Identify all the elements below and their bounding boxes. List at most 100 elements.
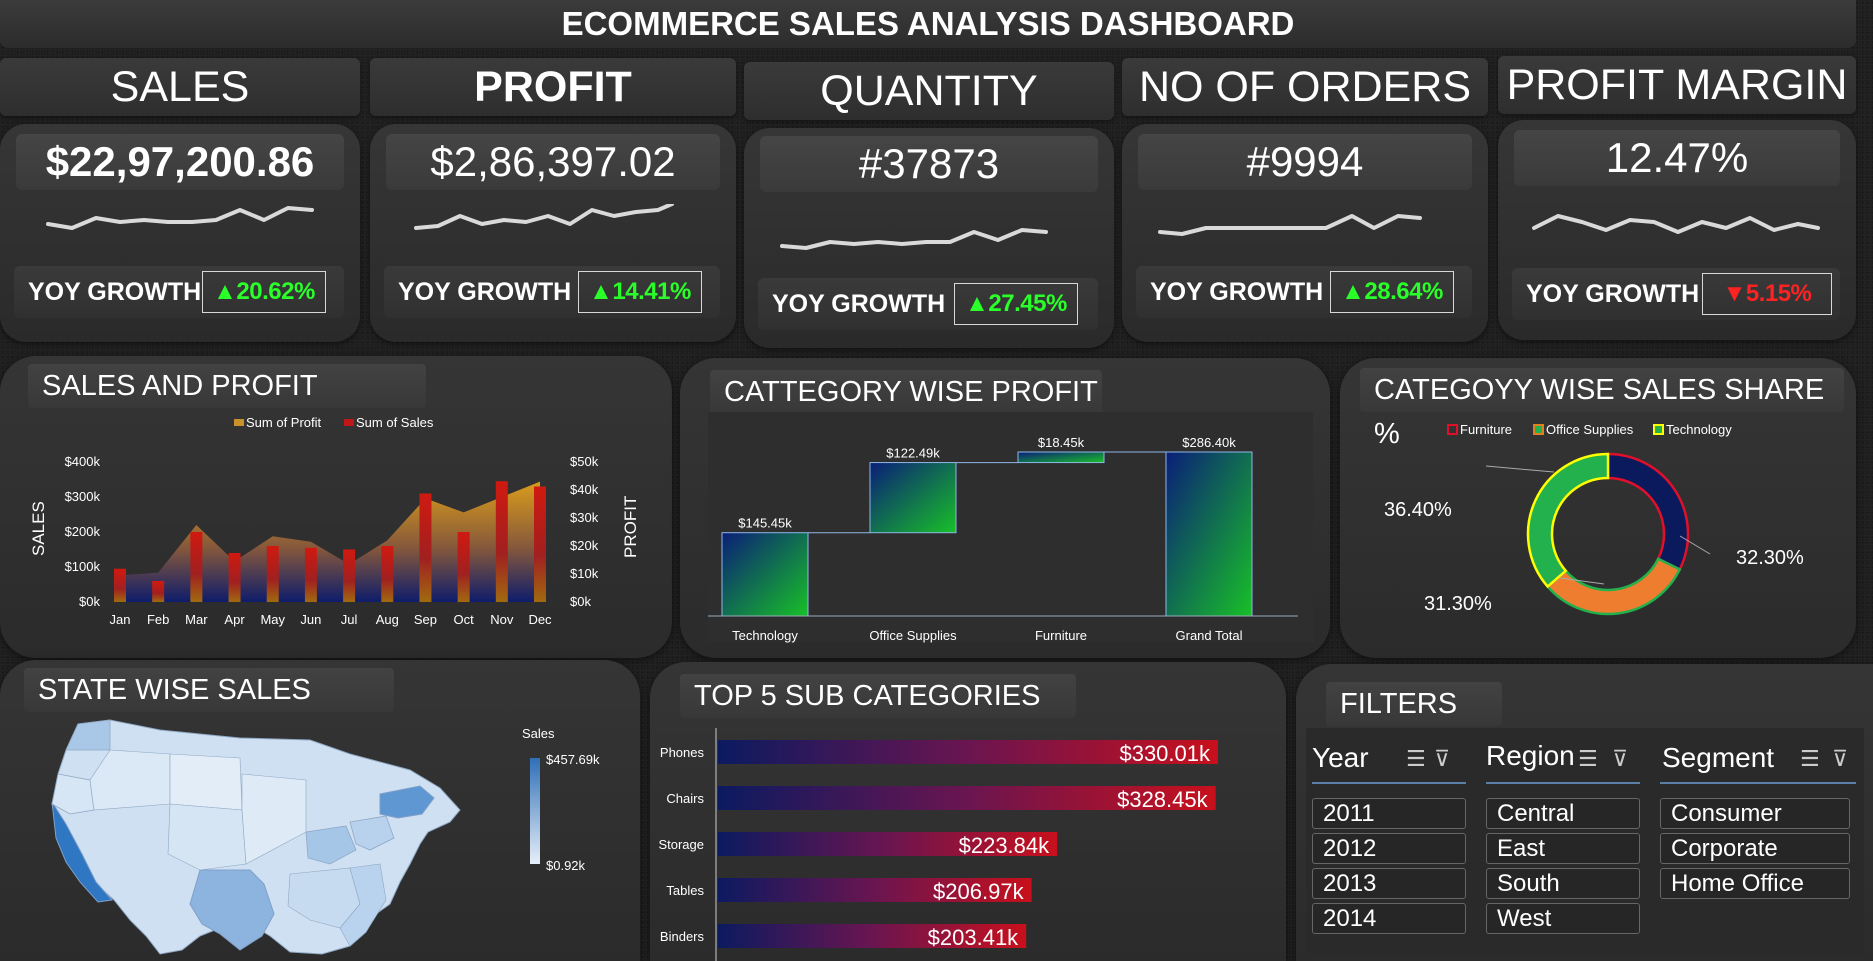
sales-profit-panel: SALES AND PROFIT Sum of Profit Sum of Sa… — [0, 356, 672, 658]
x-tick-label: Jun — [300, 612, 321, 627]
region-option[interactable]: Central — [1486, 798, 1640, 829]
year-option[interactable]: 2012 — [1312, 833, 1466, 864]
top-sub-chart: Phones $330.01k Chairs $328.45k Storage $223.… — [658, 728, 1218, 961]
donut-chart: Furniture Office Supplies Technology 32.… — [1384, 422, 1804, 616]
donut-slice — [1526, 452, 1610, 589]
legend-technology: Technology — [1666, 422, 1732, 437]
share-furniture-label: 32.30% — [1736, 547, 1804, 569]
waterfall-bar — [721, 532, 809, 617]
kpi-quantity-label: QUANTITY — [744, 62, 1114, 120]
y-left-tick: $100k — [65, 559, 101, 574]
kpi-margin-yoy-row: YOY GROWTH ▼5.15% — [1512, 268, 1840, 320]
year-option[interactable]: 2013 — [1312, 868, 1466, 899]
legend-office-supplies: Office Supplies — [1546, 422, 1634, 437]
sub-category-label: Binders — [660, 929, 705, 944]
yoy-label: YOY GROWTH — [1150, 278, 1324, 306]
kpi-profit-value: $2,86,397.02 — [386, 134, 720, 190]
share-office-label: 31.30% — [1424, 593, 1492, 615]
category-profit-panel: CATTEGORY WISE PROFIT $145.45k Technology… — [680, 358, 1330, 658]
y-right-tick: $50k — [570, 454, 599, 469]
waterfall-bar — [1017, 451, 1105, 464]
year-option[interactable]: 2014 — [1312, 903, 1466, 934]
sub-category-value: $330.01k — [1119, 741, 1211, 766]
sub-category-label: Storage — [658, 837, 704, 852]
multi-select-icon[interactable]: ☰ — [1406, 746, 1426, 772]
x-tick-label: Aug — [376, 612, 399, 627]
segment-option[interactable]: Corporate — [1660, 833, 1850, 864]
waterfall-value-label: $145.45k — [738, 516, 792, 531]
sub-category-value: $328.45k — [1117, 787, 1209, 812]
yoy-label: YOY GROWTH — [398, 278, 572, 306]
segment-option[interactable]: Consumer — [1660, 798, 1850, 829]
yoy-label: YOY GROWTH — [772, 290, 946, 318]
kpi-quantity-card: #37873 YOY GROWTH ▲27.45% — [744, 128, 1114, 348]
waterfall-category-label: Technology — [732, 628, 798, 643]
kpi-orders-value: #9994 — [1138, 134, 1472, 190]
sales-bar — [381, 546, 394, 602]
y-left-tick: $200k — [65, 524, 101, 539]
sales-bar — [152, 581, 165, 602]
sales-bar — [304, 547, 317, 602]
filters-panel: FILTERS Year ☰ ⊽ 2011 2012 2013 2014 Reg… — [1296, 664, 1873, 961]
x-tick-label: Dec — [528, 612, 552, 627]
kpi-quantity-value: #37873 — [760, 136, 1098, 192]
waterfall-category-label: Furniture — [1035, 628, 1087, 643]
us-map — [51, 719, 461, 955]
x-tick-label: Nov — [490, 612, 514, 627]
region-option[interactable]: West — [1486, 903, 1640, 934]
kpi-margin-label: PROFIT MARGIN — [1498, 56, 1856, 114]
region-slicer-label: Region — [1486, 740, 1575, 771]
year-slicer-label: Year — [1312, 742, 1369, 773]
clear-filter-icon[interactable]: ⊽ — [1832, 746, 1848, 772]
kpi-orders-label: NO OF ORDERS — [1122, 58, 1488, 116]
sub-category-value: $203.41k — [928, 925, 1020, 950]
sub-category-label: Tables — [666, 883, 704, 898]
kpi-quantity-yoy-badge: ▲27.45% — [954, 283, 1078, 325]
yoy-label: YOY GROWTH — [1526, 280, 1700, 308]
x-tick-label: May — [260, 612, 285, 627]
map-legend-max: $457.69k — [546, 752, 600, 767]
segment-slicer-label: Segment — [1662, 742, 1775, 773]
y-axis-right-label: PROFIT — [621, 496, 640, 558]
x-tick-label: Apr — [224, 612, 245, 627]
region-option[interactable]: South — [1486, 868, 1640, 899]
region-option[interactable]: East — [1486, 833, 1640, 864]
sales-bar — [266, 546, 279, 602]
x-tick-label: Oct — [454, 612, 475, 627]
sales-bar — [419, 493, 432, 602]
map-legend-title: Sales — [522, 726, 555, 741]
x-tick-label: Jan — [110, 612, 131, 627]
y-right-tick: $30k — [570, 510, 599, 525]
segment-option[interactable]: Home Office — [1660, 868, 1850, 899]
multi-select-icon[interactable]: ☰ — [1578, 746, 1598, 772]
sales-bar — [190, 532, 203, 602]
kpi-sales-card: $22,97,200.86 YOY GROWTH ▲20.62% — [0, 124, 360, 342]
x-tick-label: Jul — [341, 612, 358, 627]
category-share-panel: CATEGOYY WISE SALES SHARE % Furniture Of… — [1340, 358, 1856, 658]
kpi-profit-yoy-badge: ▲14.41% — [578, 271, 702, 313]
x-tick-label: Mar — [185, 612, 208, 627]
kpi-margin-card: 12.47% YOY GROWTH ▼5.15% — [1498, 120, 1856, 340]
waterfall-category-label: Grand Total — [1176, 628, 1243, 643]
top-sub-title: TOP 5 SUB CATEGORIES — [680, 674, 1076, 718]
kpi-sales-yoy-badge: ▲20.62% — [202, 271, 326, 313]
multi-select-icon[interactable]: ☰ — [1800, 746, 1820, 772]
clear-filter-icon[interactable]: ⊽ — [1612, 746, 1628, 772]
legend-sales: Sum of Sales — [356, 415, 434, 430]
clear-filter-icon[interactable]: ⊽ — [1434, 746, 1450, 772]
category-profit-title: CATTEGORY WISE PROFIT — [710, 370, 1102, 414]
filters-title: FILTERS — [1326, 682, 1502, 726]
map-legend-scale — [530, 758, 540, 864]
chart-legend: Sum of Profit Sum of Sales — [234, 415, 434, 430]
y-right-tick: $10k — [570, 566, 599, 581]
donut-legend: Furniture Office Supplies Technology — [1447, 422, 1732, 437]
quantity-sparkline — [780, 228, 1048, 250]
y-left-tick: $300k — [65, 489, 101, 504]
kpi-margin-yoy-badge: ▼5.15% — [1702, 273, 1832, 315]
year-option[interactable]: 2011 — [1312, 798, 1466, 829]
waterfall-bar — [1165, 451, 1253, 617]
donut-slice — [1606, 452, 1690, 572]
top-sub-panel: TOP 5 SUB CATEGORIES Phones $330.01k Chair… — [650, 662, 1286, 961]
map-legend-min: $0.92k — [546, 858, 586, 873]
sub-category-value: $206.97k — [933, 879, 1025, 904]
